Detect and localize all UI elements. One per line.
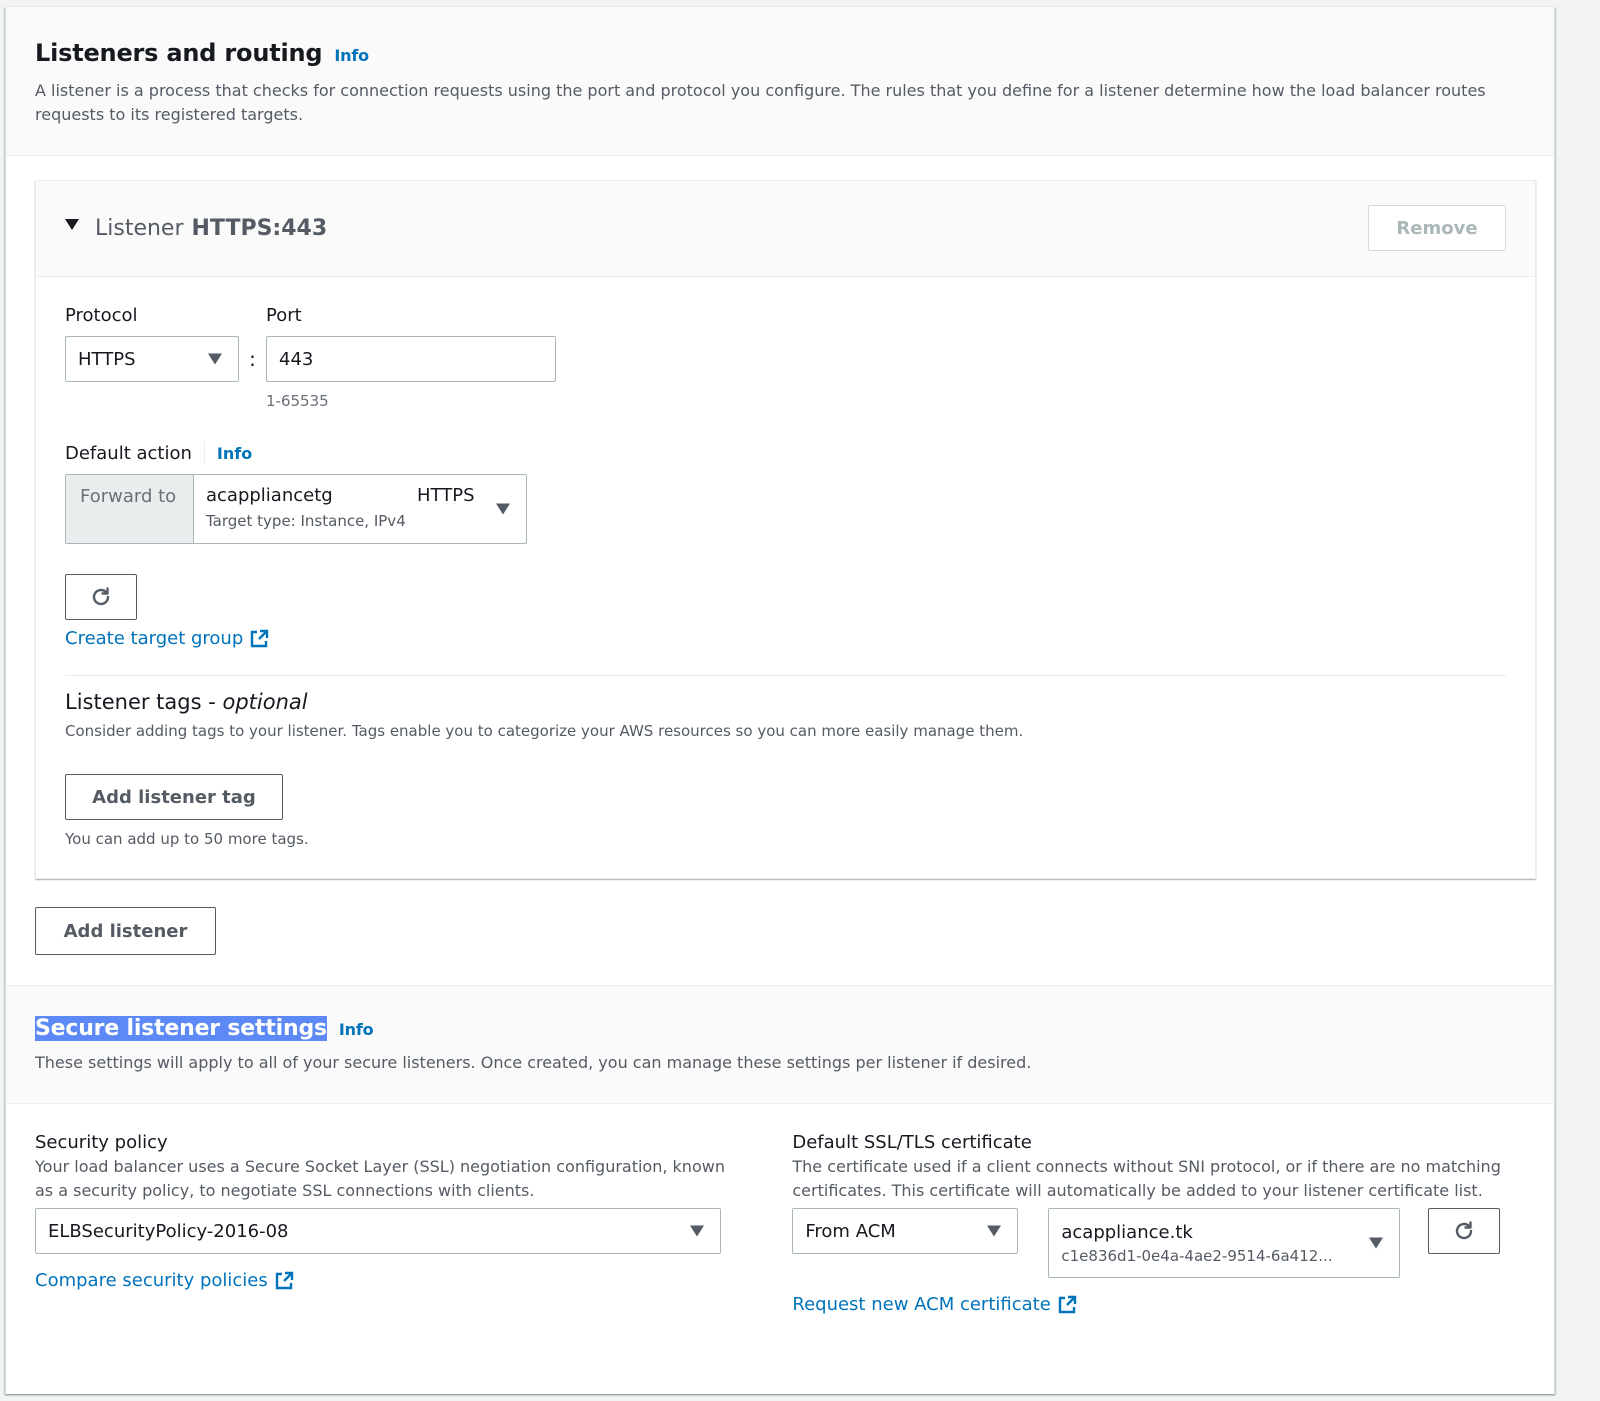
- external-link-icon: [251, 629, 269, 647]
- label-divider: [203, 442, 205, 464]
- port-separator: :: [249, 347, 256, 371]
- secure-settings-description: These settings will apply to all of your…: [35, 1053, 1032, 1072]
- add-listener-tag-button[interactable]: Add listener tag: [65, 774, 283, 820]
- protocol-label: Protocol: [65, 305, 138, 326]
- protocol-port-row: Protocol HTTPS Port : 443 1-65535: [65, 305, 1506, 410]
- refresh-target-groups-button[interactable]: [65, 574, 137, 620]
- protocol-field: Protocol HTTPS: [65, 305, 266, 410]
- target-group-subtext: Target type: Instance, IPv4: [206, 512, 406, 530]
- certificate-description: The certificate used if a client connect…: [792, 1157, 1501, 1200]
- default-action-control: Forward to acappliancetg HTTPS Target ty…: [65, 474, 527, 544]
- create-target-group-label: Create target group: [65, 628, 244, 649]
- certificate-controls: From ACM acappliance.tk c1e836d1-0e4a-4a…: [792, 1208, 1525, 1278]
- add-listener-button[interactable]: Add listener: [35, 907, 216, 955]
- remove-listener-button[interactable]: Remove: [1368, 205, 1506, 251]
- certificate-source-value: From ACM: [805, 1220, 896, 1242]
- certificate-select[interactable]: acappliance.tk c1e836d1-0e4a-4ae2-9514-6…: [1048, 1208, 1401, 1278]
- external-link-icon: [275, 1271, 293, 1289]
- request-acm-certificate-label: Request new ACM certificate: [792, 1294, 1051, 1315]
- listeners-info-link[interactable]: Info: [334, 46, 369, 65]
- certificate-source-select[interactable]: From ACM: [792, 1208, 1019, 1254]
- port-input-row: : 443: [239, 336, 556, 382]
- port-label: Port: [266, 305, 302, 326]
- protocol-select[interactable]: HTTPS: [65, 336, 239, 382]
- secure-settings-info-link[interactable]: Info: [339, 1020, 374, 1039]
- caret-down-icon: [987, 1225, 1002, 1237]
- security-policy-value: ELBSecurityPolicy-2016-08: [48, 1220, 289, 1242]
- security-policy-select[interactable]: ELBSecurityPolicy-2016-08: [35, 1208, 721, 1254]
- optional-label: optional: [222, 690, 308, 714]
- listener-content: Protocol HTTPS Port : 443 1-65535 Defaul…: [36, 277, 1535, 878]
- certificate-label: Default SSL/TLS certificate: [792, 1132, 1032, 1153]
- external-link-icon: [1058, 1295, 1076, 1313]
- listeners-body: Listener HTTPS:443 Remove Protocol HTTPS …: [6, 156, 1554, 985]
- listeners-section-header: Listeners and routing Info A listener is…: [6, 7, 1554, 156]
- compare-security-policies-link[interactable]: Compare security policies: [35, 1270, 294, 1291]
- certificate-id: c1e836d1-0e4a-4ae2-9514-6a412...: [1061, 1246, 1333, 1265]
- security-policy-label: Security policy: [35, 1132, 168, 1153]
- listeners-section-description: A listener is a process that checks for …: [35, 81, 1486, 124]
- default-action-label: Default action: [65, 442, 192, 464]
- listeners-section-title: Listeners and routing: [35, 39, 323, 67]
- listener-tags-description: Consider adding tags to your listener. T…: [65, 722, 1024, 740]
- caret-down-icon: [208, 353, 222, 365]
- target-group-protocol: HTTPS: [417, 485, 475, 506]
- listener-title: Listener HTTPS:443: [95, 216, 327, 241]
- caret-down-icon: [496, 503, 510, 515]
- caret-down-icon: [1369, 1237, 1384, 1249]
- create-target-group-link[interactable]: Create target group: [65, 628, 269, 649]
- listener-label: Listener: [95, 216, 184, 241]
- listener-card: Listener HTTPS:443 Remove Protocol HTTPS …: [35, 180, 1536, 879]
- caret-down-icon: [690, 1225, 704, 1237]
- security-policy-column: Security policy Your load balancer uses …: [35, 1132, 792, 1315]
- listener-header[interactable]: Listener HTTPS:443 Remove: [36, 181, 1535, 277]
- caret-down-icon[interactable]: [65, 219, 79, 230]
- secure-settings-title-row: Secure listener settings Info: [35, 1016, 1525, 1041]
- compare-security-policies-label: Compare security policies: [35, 1270, 268, 1291]
- tags-constraint: You can add up to 50 more tags.: [65, 830, 309, 848]
- certificate-column: Default SSL/TLS certificate The certific…: [792, 1132, 1525, 1315]
- listeners-section-title-row: Listeners and routing Info: [35, 39, 1525, 67]
- forward-to-label: Forward to: [66, 475, 194, 543]
- divider: [65, 675, 1506, 676]
- secure-settings-title: Secure listener settings: [35, 1016, 327, 1041]
- target-group-select[interactable]: acappliancetg HTTPS Target type: Instanc…: [194, 475, 526, 543]
- port-field: Port : 443 1-65535: [249, 305, 556, 410]
- load-balancer-config-panel: Listeners and routing Info A listener is…: [5, 7, 1555, 1394]
- security-policy-description: Your load balancer uses a Secure Socket …: [35, 1157, 725, 1200]
- protocol-value: HTTPS: [78, 348, 136, 370]
- default-action-label-row: Default action Info: [65, 442, 1506, 464]
- refresh-icon: [1456, 1221, 1473, 1240]
- listener-tags-title: Listener tags - optional: [65, 690, 1506, 714]
- refresh-certificates-button[interactable]: [1428, 1208, 1501, 1254]
- listener-tags-title-text: Listener tags -: [65, 690, 223, 714]
- secure-settings-header: Secure listener settings Info These sett…: [6, 985, 1554, 1104]
- port-constraint: 1-65535: [266, 392, 329, 410]
- port-input[interactable]: 443: [266, 336, 556, 382]
- secure-settings-body: Security policy Your load balancer uses …: [6, 1104, 1554, 1315]
- target-group-main: acappliancetg HTTPS: [206, 485, 514, 506]
- refresh-icon: [92, 587, 110, 606]
- listener-name: HTTPS:443: [191, 216, 328, 241]
- request-acm-certificate-link[interactable]: Request new ACM certificate: [792, 1294, 1076, 1315]
- default-action-info-link[interactable]: Info: [217, 444, 252, 463]
- certificate-name: acappliance.tk: [1061, 1221, 1193, 1243]
- target-group-name: acappliancetg: [206, 485, 333, 506]
